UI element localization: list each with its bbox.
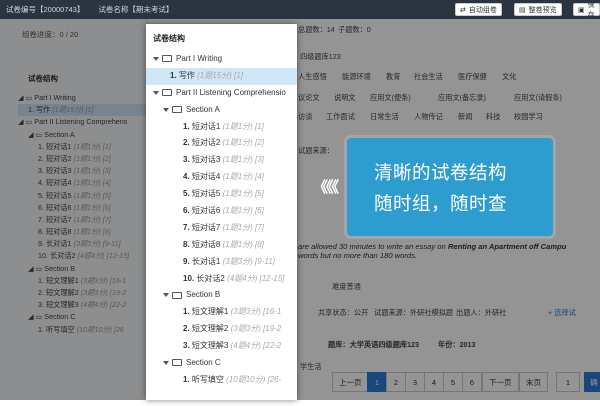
- tree-item-meta: (1题1分) [6]: [222, 206, 264, 216]
- tree-item[interactable]: 4. 短对话4 (1题1分) [4]: [146, 169, 297, 186]
- tree-item-number: 1.: [183, 374, 190, 384]
- tree-group[interactable]: Part I Writing: [146, 51, 297, 68]
- shuffle-icon: ⇄: [460, 6, 466, 14]
- tree-item-number: 3.: [183, 155, 190, 165]
- tree-item[interactable]: 6. 短对话6 (1题1分) [6]: [146, 203, 297, 220]
- save-icon: ▣: [578, 6, 585, 14]
- tree-item-number: 2.: [183, 324, 190, 334]
- tree-item[interactable]: 1. 写作 (1题15分) [1]: [146, 67, 297, 85]
- tree-item-label: 长对话2: [196, 273, 225, 283]
- tree-item[interactable]: 10. 长对话2 (4题4分) [12-15]: [146, 271, 297, 288]
- tree-group[interactable]: Section B: [146, 287, 297, 304]
- tree-item[interactable]: 1. 听写填空 (10题10分) [26-: [146, 372, 297, 389]
- callout-line-1: 清晰的试卷结构: [374, 162, 508, 183]
- tree-item-label: 短对话4: [191, 172, 221, 182]
- expand-triangle-icon[interactable]: [153, 56, 159, 61]
- tree-group-label: Section C: [186, 358, 221, 368]
- tree-item-meta: (1题1分) [4]: [222, 172, 264, 182]
- tree-item-meta: (3题3分) [19-2: [230, 324, 282, 334]
- tree-item-label: 短文理解2: [191, 324, 229, 334]
- tree-item[interactable]: 1. 短文理解1 (3题3分) [16-1: [146, 304, 297, 321]
- save-button[interactable]: ▣ 保存: [573, 2, 600, 19]
- tree-item-label: 短对话7: [191, 222, 221, 232]
- tree-item-label: 短对话6: [191, 206, 221, 216]
- paper-name: 试卷名称【期末考试】: [98, 5, 174, 14]
- tree-group[interactable]: Section C: [146, 355, 297, 372]
- tree-group[interactable]: Section A: [146, 102, 297, 119]
- document-icon: ▤: [519, 6, 526, 14]
- tree-item-meta: (1题1分) [7]: [222, 222, 264, 232]
- tree-item-number: 5.: [183, 189, 190, 199]
- tree-group-label: Section A: [186, 104, 220, 114]
- tree-item-meta: (4题4分) [22-2: [230, 341, 282, 351]
- tree-item[interactable]: 9. 长对话1 (3题3分) [9-11]: [146, 254, 297, 271]
- tree-item-label: 写作: [178, 70, 195, 80]
- tree-item-number: 9.: [183, 256, 190, 266]
- feature-callout: 清晰的试卷结构 随时组，随时查: [347, 138, 553, 236]
- tree-item-label: 短对话5: [191, 189, 221, 199]
- expand-triangle-icon[interactable]: [153, 90, 159, 95]
- tree-item[interactable]: 7. 短对话7 (1题1分) [7]: [146, 220, 297, 237]
- tree-item-label: 听写填空: [191, 374, 224, 384]
- tree-item-number: 1.: [183, 307, 190, 317]
- folder-icon: [172, 359, 182, 367]
- tree-item-meta: (1题15分) [1]: [197, 70, 243, 80]
- tree-item-meta: (1题1分) [8]: [222, 239, 264, 249]
- tree-item[interactable]: 1. 短对话1 (1题1分) [1]: [146, 119, 297, 136]
- expand-triangle-icon[interactable]: [163, 360, 169, 365]
- arrow-chevrons-icon: 《《《: [313, 179, 339, 196]
- tree-item-label: 短对话8: [191, 239, 221, 249]
- tree-item-number: 10.: [183, 273, 195, 283]
- tree-item-label: 短对话1: [191, 121, 221, 131]
- preview-button[interactable]: ▤ 整卷预览: [514, 3, 562, 16]
- expand-triangle-icon[interactable]: [163, 293, 169, 298]
- tree-item[interactable]: [146, 389, 297, 406]
- tree-item-label: 短文理解3: [191, 341, 229, 351]
- tree-item-label: 短对话3: [191, 155, 221, 165]
- tree-item-meta: (3题3分) [16-1: [230, 307, 282, 317]
- tree-item[interactable]: 2. 短文理解2 (3题3分) [19-2: [146, 321, 297, 338]
- folder-icon: [162, 55, 172, 63]
- tree-group-label: Section B: [186, 290, 221, 300]
- popup-structure-tree: Part I Writing 1. 写作 (1题15分) [1] Part II L…: [146, 51, 297, 406]
- callout-line-2: 随时组，随时查: [374, 193, 508, 214]
- tree-item-label: 长对话1: [191, 256, 221, 266]
- tree-item-number: 4.: [183, 172, 190, 182]
- tree-item-meta: (10题10分) [26-: [226, 374, 282, 384]
- tree-item-meta: (1题1分) [3]: [222, 155, 264, 165]
- tree-item-meta: (4题4分) [12-15]: [227, 273, 285, 283]
- tree-item-label: 短文理解1: [191, 307, 229, 317]
- tree-item-number: 2.: [183, 138, 190, 148]
- tree-group-label: Part II Listening Comprehensio: [176, 87, 286, 97]
- tree-item-meta: (3题3分) [9-11]: [222, 256, 275, 266]
- tree-item-meta: (1题1分) [1]: [222, 121, 264, 131]
- structure-popup: 试卷结构 Part I Writing 1. 写作 (1题15分) [1] Part…: [146, 24, 297, 400]
- popup-title: 试卷结构: [153, 34, 185, 43]
- top-bar: 试卷编号【20000743】 试卷名称【期末考试】: [0, 0, 600, 19]
- expand-triangle-icon[interactable]: [163, 107, 169, 112]
- folder-icon: [172, 291, 182, 299]
- tree-item[interactable]: 8. 短对话8 (1题1分) [8]: [146, 237, 297, 254]
- auto-compose-button[interactable]: ⇄ 自动组卷: [455, 3, 502, 16]
- tree-item[interactable]: 3. 短对话3 (1题1分) [3]: [146, 152, 297, 169]
- tree-item-number: 1.: [170, 70, 177, 80]
- tree-group-label: Part I Writing: [176, 54, 223, 63]
- tree-group[interactable]: Part II Listening Comprehensio: [146, 85, 297, 102]
- tree-item-number: 8.: [183, 239, 190, 249]
- tree-item-number: 6.: [183, 206, 190, 216]
- tree-item[interactable]: 3. 短文理解3 (4题4分) [22-2: [146, 338, 297, 355]
- tree-item-meta: (1题1分) [5]: [222, 189, 264, 199]
- tree-item-number: 1.: [183, 121, 190, 131]
- folder-icon: [162, 89, 172, 97]
- tree-item-meta: (1题1分) [2]: [222, 138, 264, 148]
- tree-item[interactable]: 5. 短对话5 (1题1分) [5]: [146, 186, 297, 203]
- tree-item-number: 3.: [183, 341, 190, 351]
- tree-item-label: 短对话2: [191, 138, 221, 148]
- paper-number: 试卷编号【20000743】: [6, 5, 85, 14]
- tree-item[interactable]: 2. 短对话2 (1题1分) [2]: [146, 135, 297, 152]
- folder-icon: [172, 106, 182, 114]
- tree-item-number: 7.: [183, 222, 190, 232]
